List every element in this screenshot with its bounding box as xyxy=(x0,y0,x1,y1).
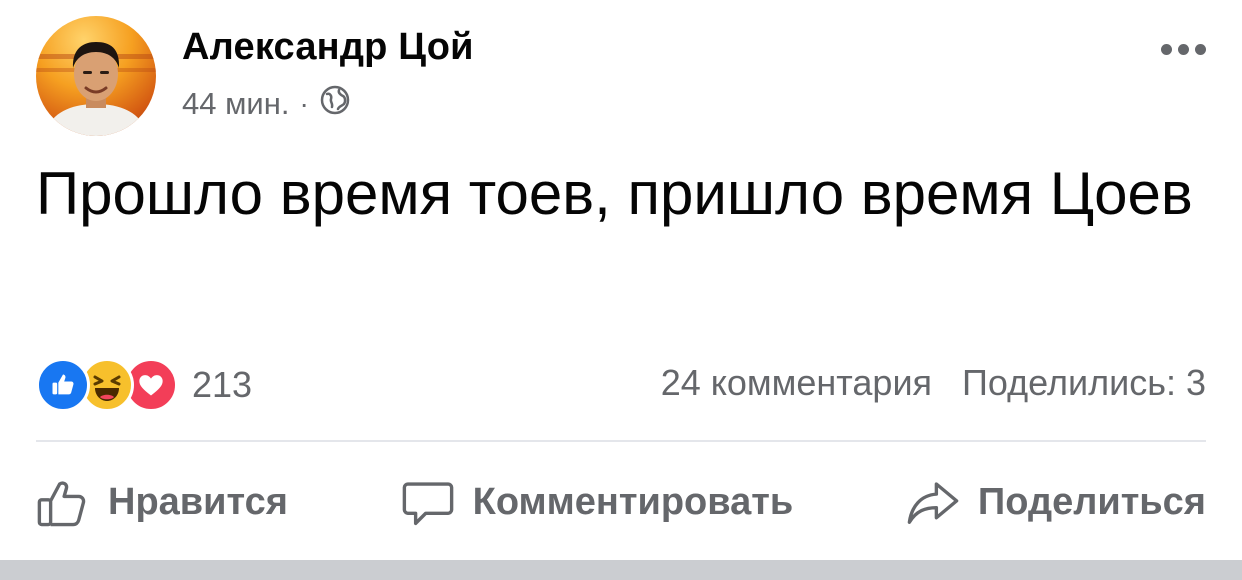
more-dot xyxy=(1195,44,1206,55)
more-dot xyxy=(1161,44,1172,55)
reactions-summary[interactable]: 213 xyxy=(36,358,252,412)
post-text: Прошло время тоев, пришло время Цоев xyxy=(36,160,1193,227)
avatar-photo xyxy=(36,42,156,136)
share-button[interactable]: Поделиться xyxy=(906,475,1206,529)
more-options-icon[interactable] xyxy=(1161,44,1206,55)
post-time[interactable]: 44 мин. xyxy=(182,86,289,122)
feed-separator xyxy=(0,560,1242,580)
share-arrow-icon xyxy=(906,475,960,529)
action-bar: Нравится Комментировать Поделиться xyxy=(36,470,1206,534)
comment-button-label: Комментировать xyxy=(472,480,794,523)
post-stats: 24 комментария Поделились: 3 xyxy=(661,362,1206,404)
reaction-icons xyxy=(36,358,178,412)
like-icon xyxy=(36,358,90,412)
like-button-label: Нравится xyxy=(108,480,288,523)
comment-bubble-icon xyxy=(401,475,455,529)
comment-button[interactable]: Комментировать xyxy=(401,475,794,529)
meta-separator: · xyxy=(299,88,309,119)
thumbs-up-icon xyxy=(36,475,90,529)
post-meta: 44 мин. · xyxy=(182,84,351,124)
reaction-count: 213 xyxy=(192,364,253,405)
divider xyxy=(36,440,1206,442)
shares-count-link[interactable]: Поделились: 3 xyxy=(962,362,1206,404)
avatar[interactable] xyxy=(36,16,156,136)
more-dot xyxy=(1178,44,1189,55)
author-name[interactable]: Александр Цой xyxy=(182,26,474,69)
share-button-label: Поделиться xyxy=(977,480,1206,523)
facebook-post: Александр Цой 44 мин. · Прошло время тое… xyxy=(0,0,1242,560)
globe-icon[interactable] xyxy=(319,84,351,124)
comments-count-link[interactable]: 24 комментария xyxy=(661,362,932,404)
like-button[interactable]: Нравится xyxy=(36,475,288,529)
